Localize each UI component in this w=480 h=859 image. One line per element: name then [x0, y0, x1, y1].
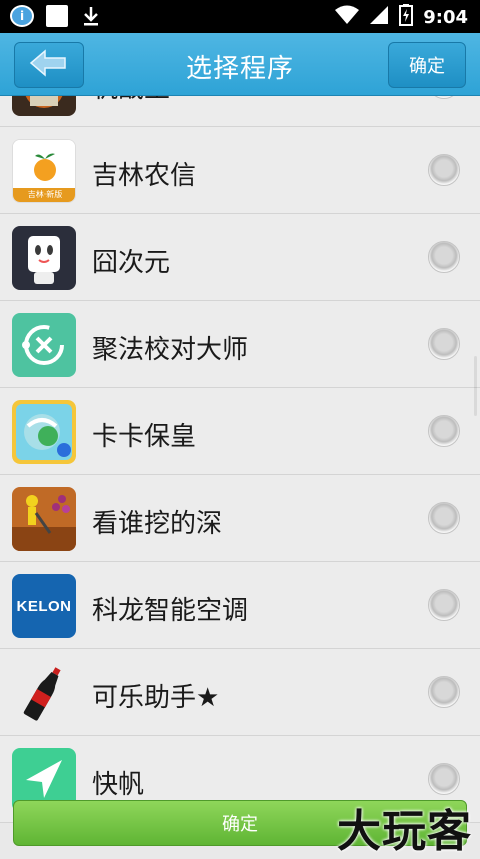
- card-game-icon: [12, 400, 76, 464]
- radio-button[interactable]: [428, 96, 460, 99]
- wifi-icon: [335, 5, 360, 29]
- radio-button[interactable]: [428, 676, 460, 708]
- list-item[interactable]: 聚法校对大师: [0, 301, 480, 388]
- scrollbar[interactable]: [474, 356, 477, 416]
- radio-button[interactable]: [428, 328, 460, 360]
- list-item[interactable]: 囧次元: [0, 214, 480, 301]
- app-name: 可乐助手★: [92, 683, 220, 713]
- list-item[interactable]: 卡卡保皇: [0, 388, 480, 475]
- app-list[interactable]: 机战王 吉林·新版 吉林农信 囧次元: [0, 96, 480, 853]
- list-item[interactable]: 可乐助手★: [0, 649, 480, 736]
- app-name: 看谁挖的深: [92, 509, 223, 539]
- radio-button[interactable]: [428, 763, 460, 795]
- list-item[interactable]: 看谁挖的深: [0, 475, 480, 562]
- cola-bottle-icon: [12, 661, 76, 725]
- list-item[interactable]: KELON 科龙智能空调: [0, 562, 480, 649]
- signal-icon: [369, 5, 389, 29]
- watermark: 大玩客: [337, 806, 472, 857]
- dig-game-icon: [12, 487, 76, 551]
- app-name: 吉林农信: [92, 161, 197, 191]
- icon-caption: 吉林·新版: [27, 190, 63, 199]
- app-name: 囧次元: [92, 248, 171, 278]
- confirm-button-top[interactable]: 确定: [388, 42, 466, 88]
- mech-robot-icon: [12, 96, 76, 116]
- clock: 9:04: [423, 6, 468, 28]
- jilin-bank-icon: 吉林·新版: [12, 139, 76, 203]
- message-icon: i: [10, 5, 34, 27]
- title-bar: 选择程序 确定: [0, 33, 480, 96]
- app-name: 机战王: [92, 96, 170, 105]
- battery-icon: [399, 4, 414, 30]
- app-name: 快帆: [92, 770, 145, 800]
- radio-button[interactable]: [428, 415, 460, 447]
- list-item[interactable]: 机战王: [0, 96, 480, 127]
- download-icon: [80, 5, 102, 27]
- radio-button[interactable]: [428, 502, 460, 534]
- radio-button[interactable]: [428, 154, 460, 186]
- list-item[interactable]: 吉林·新版 吉林农信: [0, 127, 480, 214]
- app-name: 聚法校对大师: [92, 335, 249, 365]
- app-name: 科龙智能空调: [92, 596, 249, 626]
- kelon-logo-text: KELON: [16, 597, 72, 615]
- jiong-cartoon-icon: [12, 226, 76, 290]
- kelon-icon: KELON: [12, 574, 76, 638]
- status-bar: i 9:04: [0, 0, 480, 33]
- square-icon: [46, 5, 68, 27]
- radio-button[interactable]: [428, 589, 460, 621]
- radio-button[interactable]: [428, 241, 460, 273]
- proofread-icon: [12, 313, 76, 377]
- app-name: 卡卡保皇: [92, 422, 197, 452]
